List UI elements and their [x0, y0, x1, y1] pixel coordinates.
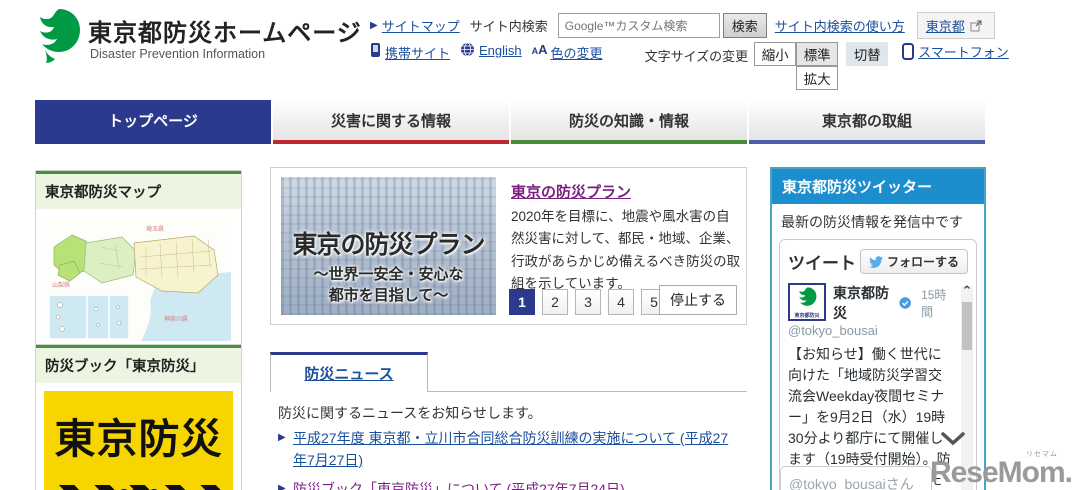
disaster-map-image[interactable]: 埼玉県 山梨県 神奈川県: [36, 209, 241, 349]
header-utility-row-1: ▶ サイトマップ サイト内検索 検索 サイト内検索の使い方 東京都: [370, 12, 995, 39]
tab-top-page[interactable]: トップページ: [35, 100, 271, 144]
tweet-timestamp: 15時間: [921, 288, 947, 319]
fontsize-normal-button[interactable]: 標準: [796, 42, 839, 66]
follow-button[interactable]: フォローする: [859, 249, 968, 274]
smartphone-icon: [902, 43, 915, 60]
news-item-link[interactable]: 平成27年度 東京都・立川市合同総合防災訓練の実施について (平成27年7月27…: [293, 430, 728, 468]
pager-2[interactable]: 2: [542, 289, 568, 315]
carousel-description: 2020年を目標に、地震や風水害の自然災害に対して、都民・地域、企業、行政があら…: [511, 209, 741, 291]
fontsize-large-button[interactable]: 拡大: [796, 66, 839, 90]
disaster-book-box: 防災ブック「東京防災」 東京防災 防: [35, 344, 242, 490]
follow-button-label: フォローする: [886, 255, 959, 269]
tokyo-bousai-book-cover[interactable]: 東京防災 防: [44, 391, 233, 490]
search-input[interactable]: [557, 13, 720, 38]
site-subtitle: Disaster Prevention Information: [90, 47, 266, 61]
globe-icon: [461, 42, 475, 57]
disaster-map-box: 東京都防災マップ 埼玉県 山梨県 神奈川県: [35, 170, 242, 350]
rhino-mascot-icon: 防: [120, 488, 157, 490]
color-change-icon: AA: [531, 42, 548, 57]
triangle-bullet-icon: ▶: [370, 20, 378, 31]
tokyo-map-graphic: 埼玉県 山梨県 神奈川県: [46, 217, 231, 341]
account-handle[interactable]: @tokyo_bousai: [788, 323, 954, 338]
carousel-image[interactable]: 東京の防災プラン ～世界一安全・安心な 都市を目指して～: [281, 177, 496, 315]
news-item: ▶ 防災ブック「東京防災」について (平成27年7月24日): [278, 479, 740, 490]
mobile-phone-icon: [371, 43, 380, 57]
scrollbar-thumb[interactable]: [962, 302, 972, 350]
carousel-image-title: 東京の防災プラン: [292, 231, 485, 259]
resemom-watermark: リセマム ReseMom.: [929, 449, 1073, 489]
avatar-caption: 東京都防災: [790, 312, 824, 319]
tab-tokyo-initiatives[interactable]: 東京都の取組: [749, 100, 985, 144]
reply-input[interactable]: @tokyo_bousaiさん宛にツ: [780, 466, 932, 490]
twitter-subtitle: 最新の防災情報を発信中です: [781, 214, 963, 230]
sitemap-link[interactable]: サイトマップ: [382, 16, 460, 35]
fontsize-label: 文字サイズの変更: [644, 49, 749, 64]
news-tab-link[interactable]: 防災ニュース: [304, 363, 393, 384]
english-link[interactable]: English: [479, 43, 522, 58]
news-intro: 防災に関するニュースをお知らせします。: [278, 405, 542, 421]
carousel-pager: 1 2 3 4 5: [509, 289, 667, 315]
search-button[interactable]: 検索: [722, 13, 767, 38]
map-label-kanagawa: 神奈川県: [164, 315, 188, 323]
fontsize-controls: 文字サイズの変更 縮小 標準 拡大 切替: [645, 42, 889, 90]
disaster-map-box-title: 東京都防災マップ: [36, 171, 241, 209]
mobile-site-link[interactable]: 携帯サイト: [385, 43, 450, 62]
tab-disaster-info[interactable]: 災害に関する情報: [273, 100, 509, 144]
verified-badge-icon: [899, 297, 911, 309]
feature-carousel: 東京の防災プラン ～世界一安全・安心な 都市を目指して～ 東京の防災プラン 20…: [270, 167, 747, 325]
news-item: ▶ 平成27年度 東京都・立川市合同総合防災訓練の実施について (平成27年7月…: [278, 428, 740, 471]
tokyo-metro-link-box[interactable]: 東京都: [916, 12, 995, 39]
tab-knowledge-info[interactable]: 防災の知識・情報: [511, 100, 747, 144]
twitter-bird-icon: [869, 255, 883, 268]
news-item-link[interactable]: 防災ブック「東京防災」について (平成27年7月24日): [293, 481, 625, 490]
chevron-down-icon[interactable]: [941, 432, 965, 446]
page: 東京都防災ホームページ Disaster Prevention Informat…: [0, 0, 1078, 490]
smartphone-wrap: スマートフォン: [902, 42, 1009, 61]
triangle-bullet-icon: ▶: [278, 483, 286, 490]
tweets-heading: ツイート: [788, 254, 856, 273]
color-change-link[interactable]: 色の変更: [551, 43, 603, 62]
watermark-text: ReseMom.: [929, 456, 1073, 489]
site-title: 東京都防災ホームページ: [88, 20, 362, 47]
book-cover-text: 東京防災: [54, 416, 223, 462]
tokyo-metro-link[interactable]: 東京都: [926, 16, 965, 35]
news-tab-rule: [428, 391, 747, 392]
carousel-stop-button[interactable]: 停止する: [659, 285, 737, 315]
news-tab[interactable]: 防災ニュース: [270, 352, 428, 392]
carousel-image-subtitle-1: ～世界一安全・安心な: [313, 266, 464, 283]
pager-3[interactable]: 3: [575, 289, 601, 315]
pager-4[interactable]: 4: [608, 289, 634, 315]
disaster-book-box-title: 防災ブック「東京防災」: [36, 345, 241, 383]
avatar-ginkgo-icon: [799, 287, 817, 306]
site-search-label: サイト内検索: [469, 19, 548, 34]
header-utility-row-2: 携帯サイト English AA 色の変更 文字サイズの変更 縮小 標準 拡大 …: [370, 42, 1009, 90]
pager-1[interactable]: 1: [509, 289, 535, 315]
external-link-icon: [970, 20, 982, 31]
map-label-yamanashi: 山梨県: [52, 281, 70, 289]
scroll-up-icon[interactable]: ⌃: [961, 284, 973, 297]
carousel-title-link[interactable]: 東京の防災プラン: [511, 181, 631, 202]
smartphone-link[interactable]: スマートフォン: [918, 42, 1009, 61]
account-name[interactable]: 東京都防災: [833, 283, 895, 323]
tokyo-ginkgo-logo-icon: [40, 9, 80, 63]
search-help-link[interactable]: サイト内検索の使い方: [775, 16, 905, 35]
triangle-bullet-icon: ▶: [278, 432, 286, 443]
fontsize-toggle-button[interactable]: 切替: [846, 42, 889, 66]
twitter-box-title: 東京都防災ツイッター: [772, 169, 984, 204]
carousel-image-subtitle-2: 都市を目指して～: [328, 287, 449, 304]
account-avatar[interactable]: 東京都防災: [788, 283, 826, 321]
map-label-saitama: 埼玉県: [146, 225, 164, 233]
main-nav: トップページ 災害に関する情報 防災の知識・情報 東京都の取組: [35, 100, 985, 144]
fontsize-small-button[interactable]: 縮小: [754, 42, 797, 66]
